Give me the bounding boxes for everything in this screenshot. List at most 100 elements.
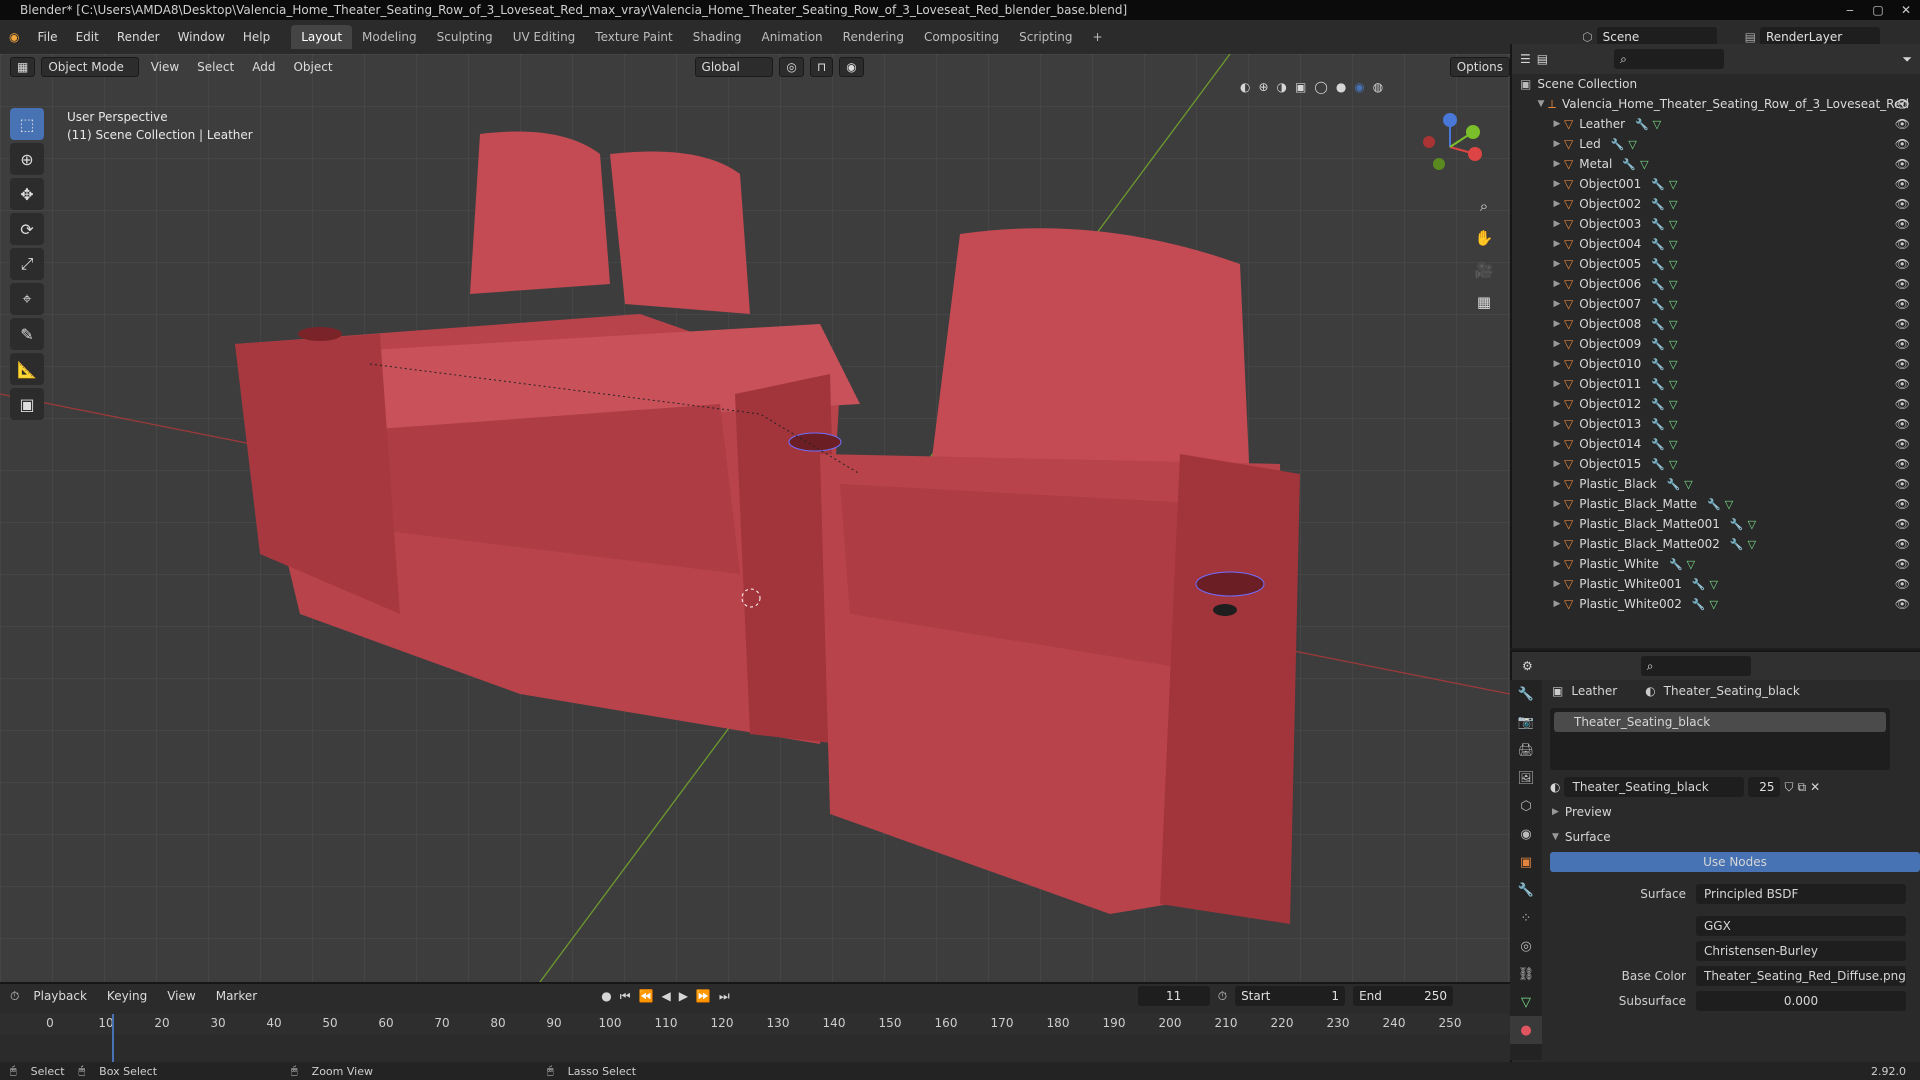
viewport-menu-add[interactable]: Add bbox=[246, 60, 281, 74]
output-tab-icon[interactable]: 🖨 bbox=[1510, 736, 1542, 764]
menu-help[interactable]: Help bbox=[234, 30, 279, 44]
tab-texture-paint[interactable]: Texture Paint bbox=[585, 25, 682, 49]
pivot-icon[interactable]: ◎ bbox=[779, 57, 804, 77]
solid-shading-icon[interactable]: ● bbox=[1336, 80, 1346, 94]
menu-edit[interactable]: Edit bbox=[67, 30, 108, 44]
visibility-eye-icon[interactable]: 👁 bbox=[1895, 317, 1910, 331]
visibility-eye-icon[interactable]: 👁 bbox=[1895, 257, 1910, 271]
expand-icon[interactable]: ▶ bbox=[1550, 539, 1564, 549]
expand-icon[interactable]: ▶ bbox=[1550, 519, 1564, 529]
viewport-menu-select[interactable]: Select bbox=[191, 60, 240, 74]
rendered-shading-icon[interactable]: ◍ bbox=[1373, 80, 1383, 94]
outliner-item[interactable]: ▶ ▽ Object015 🔧 ▽ 👁 bbox=[1512, 454, 1920, 474]
3d-viewport[interactable] bbox=[0, 54, 1510, 982]
mesh-data-icon[interactable]: ▽ bbox=[1640, 158, 1648, 171]
mesh-data-icon[interactable]: ▽ bbox=[1669, 378, 1677, 391]
play-reverse-icon[interactable]: ◀ bbox=[661, 989, 670, 1003]
zoom-icon[interactable]: ⌕ bbox=[1470, 192, 1498, 220]
render-tab-icon[interactable]: 📷 bbox=[1510, 708, 1542, 736]
mesh-data-icon[interactable]: ▽ bbox=[1669, 198, 1677, 211]
visibility-eye-icon[interactable]: 👁 bbox=[1895, 277, 1910, 291]
visibility-eye-icon[interactable]: 👁 bbox=[1895, 337, 1910, 351]
visibility-eye-icon[interactable]: 👁 bbox=[1895, 577, 1910, 591]
visibility-eye-icon[interactable]: 👁 bbox=[1895, 117, 1910, 131]
minimize-icon[interactable]: ‒ bbox=[1836, 0, 1864, 20]
current-frame-field[interactable]: 11 bbox=[1137, 986, 1210, 1006]
mesh-data-icon[interactable]: ▽ bbox=[1628, 138, 1636, 151]
modifier-icon[interactable]: 🔧 bbox=[1651, 378, 1665, 391]
outliner-item[interactable]: ▶ ▽ Object007 🔧 ▽ 👁 bbox=[1512, 294, 1920, 314]
modifier-icon[interactable]: 🔧 bbox=[1651, 238, 1665, 251]
rotate-tool-icon[interactable]: ⟳ bbox=[10, 213, 44, 245]
modifier-icon[interactable]: 🔧 bbox=[1651, 438, 1665, 451]
visibility-eye-icon[interactable]: 👁 bbox=[1895, 157, 1910, 171]
mesh-data-icon[interactable]: ▽ bbox=[1669, 418, 1677, 431]
mesh-data-icon[interactable]: ▽ bbox=[1669, 218, 1677, 231]
transform-tool-icon[interactable]: ⌖ bbox=[10, 283, 44, 315]
modifier-icon[interactable]: 🔧 bbox=[1651, 358, 1665, 371]
expand-icon[interactable]: ▶ bbox=[1550, 439, 1564, 449]
measure-tool-icon[interactable]: 📐 bbox=[10, 353, 44, 385]
visibility-eye-icon[interactable]: 👁 bbox=[1895, 237, 1910, 251]
overlay-icon[interactable]: ◑ bbox=[1277, 80, 1287, 94]
mesh-data-icon[interactable]: ▽ bbox=[1669, 438, 1677, 451]
xray-icon[interactable]: ▣ bbox=[1295, 80, 1306, 94]
modifier-icon[interactable]: 🔧 bbox=[1651, 318, 1665, 331]
expand-icon[interactable]: ▶ bbox=[1550, 259, 1564, 269]
modifier-icon[interactable]: 🔧 bbox=[1622, 158, 1636, 171]
material-tab-icon[interactable]: ● bbox=[1510, 1016, 1542, 1044]
expand-icon[interactable]: ▶ bbox=[1550, 419, 1564, 429]
expand-icon[interactable]: ▶ bbox=[1550, 119, 1564, 129]
outliner-item[interactable]: ▶ ▽ Object002 🔧 ▽ 👁 bbox=[1512, 194, 1920, 214]
properties-editor-icon[interactable]: ⚙ bbox=[1522, 659, 1533, 673]
expand-icon[interactable]: ▶ bbox=[1550, 579, 1564, 589]
tab-uv-editing[interactable]: UV Editing bbox=[503, 25, 586, 49]
modifier-icon[interactable]: 🔧 bbox=[1692, 578, 1706, 591]
object-mode-dropdown[interactable]: Object Mode bbox=[41, 57, 139, 77]
next-keyframe-icon[interactable]: ⏩ bbox=[696, 989, 711, 1003]
expand-icon[interactable]: ▶ bbox=[1550, 339, 1564, 349]
outliner-search-input[interactable]: ⌕ bbox=[1614, 49, 1725, 69]
visibility-eye-icon[interactable]: 👁 bbox=[1895, 557, 1910, 571]
mesh-data-icon[interactable]: ▽ bbox=[1669, 458, 1677, 471]
outliner-item[interactable]: ▶ ▽ Plastic_White 🔧 ▽ 👁 bbox=[1512, 554, 1920, 574]
world-tab-icon[interactable]: ◉ bbox=[1510, 820, 1542, 848]
outliner-item[interactable]: ▶ ▽ Object008 🔧 ▽ 👁 bbox=[1512, 314, 1920, 334]
proportional-edit-icon[interactable]: ◉ bbox=[839, 57, 864, 77]
expand-icon[interactable]: ▶ bbox=[1550, 359, 1564, 369]
modifier-icon[interactable]: 🔧 bbox=[1651, 298, 1665, 311]
outliner-item[interactable]: ▶ ▽ Leather 🔧 ▽ 👁 bbox=[1512, 114, 1920, 134]
modifier-icon[interactable]: 🔧 bbox=[1651, 398, 1665, 411]
expand-icon[interactable]: ▶ bbox=[1550, 559, 1564, 569]
mesh-data-icon[interactable]: ▽ bbox=[1710, 598, 1718, 611]
mesh-data-icon[interactable]: ▽ bbox=[1725, 498, 1733, 511]
outliner-item[interactable]: ▶ ▽ Object014 🔧 ▽ 👁 bbox=[1512, 434, 1920, 454]
gizmo-icon[interactable]: ⊕ bbox=[1258, 80, 1268, 94]
visibility-eye-icon[interactable]: 👁 bbox=[1895, 437, 1910, 451]
visibility-eye-icon[interactable]: 👁 bbox=[1895, 217, 1910, 231]
timeline-ruler[interactable]: 0 10 20 30 40 50 60 70 80 90 100 110 120 130 140 150 160… bbox=[0, 1014, 1510, 1034]
distribution-dropdown[interactable]: GGX bbox=[1696, 916, 1906, 936]
modifier-icon[interactable]: 🔧 bbox=[1707, 498, 1721, 511]
visibility-eye-icon[interactable]: 👁 bbox=[1895, 297, 1910, 311]
add-workspace-icon[interactable]: + bbox=[1083, 25, 1113, 49]
play-icon[interactable]: ▶ bbox=[679, 989, 688, 1003]
expand-icon[interactable]: ▶ bbox=[1550, 279, 1564, 289]
camera-icon[interactable]: 🎥 bbox=[1470, 256, 1498, 284]
cursor-tool-icon[interactable]: ⊕ bbox=[10, 143, 44, 175]
transform-orientation-dropdown[interactable]: Global bbox=[694, 57, 774, 77]
mesh-data-icon[interactable]: ▽ bbox=[1669, 398, 1677, 411]
preview-panel-header[interactable]: ▶ Preview bbox=[1546, 801, 1920, 823]
modifier-icon[interactable]: 🔧 bbox=[1651, 458, 1665, 471]
blender-logo-icon[interactable]: ◉ bbox=[0, 30, 28, 44]
outliner-item[interactable]: ▶ ▽ Object004 🔧 ▽ 👁 bbox=[1512, 234, 1920, 254]
scene-collection-row[interactable]: ▣ Scene Collection bbox=[1512, 74, 1920, 94]
mesh-data-icon[interactable]: ▽ bbox=[1669, 258, 1677, 271]
annotate-tool-icon[interactable]: ✎ bbox=[10, 318, 44, 350]
select-tool-icon[interactable]: ⬚ bbox=[10, 108, 44, 140]
timeline-editor-icon[interactable]: ⏱ bbox=[10, 989, 19, 1004]
material-slot-item[interactable]: Theater_Seating_black bbox=[1554, 712, 1886, 732]
viewport-menu-object[interactable]: Object bbox=[287, 60, 338, 74]
outliner-editor-icon[interactable]: ☰ bbox=[1520, 52, 1531, 66]
outliner-item[interactable]: ▶ ▽ Object011 🔧 ▽ 👁 bbox=[1512, 374, 1920, 394]
